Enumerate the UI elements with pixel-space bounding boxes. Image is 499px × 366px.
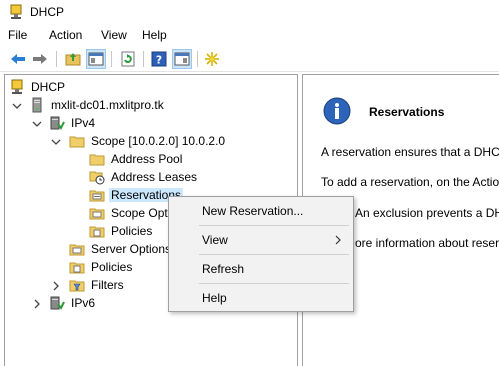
- tree-item-ipv4[interactable]: IPv4: [49, 114, 97, 132]
- tree-item-dhcp[interactable]: DHCP: [9, 78, 67, 96]
- tree-item-scope-options[interactable]: Scope Opti: [89, 204, 172, 222]
- toolbar-separator: [197, 51, 198, 67]
- details-text: A reservation ensures that a DHCP: [321, 145, 499, 159]
- folder-icon: [69, 262, 85, 274]
- folder-icon: [89, 154, 105, 166]
- show-hide-action-pane-icon[interactable]: [172, 49, 192, 69]
- toolbar-separator: [56, 51, 57, 67]
- dhcp-app-icon: [10, 4, 22, 19]
- context-menu-label: Refresh: [202, 262, 245, 276]
- tree-item-ipv4-policies[interactable]: Policies: [69, 258, 134, 276]
- context-menu: New Reservation... View Refresh Help: [168, 196, 354, 312]
- menu-help[interactable]: Help: [142, 28, 167, 42]
- tree-item-address-pool[interactable]: Address Pool: [89, 150, 184, 168]
- context-menu-help[interactable]: Help: [170, 287, 352, 309]
- chevron-right-icon[interactable]: [51, 281, 61, 291]
- tree-item-label: IPv6: [71, 296, 96, 310]
- tree-item-label: Policies: [91, 260, 133, 274]
- refresh-icon[interactable]: [118, 49, 138, 69]
- toolbar-separator: [143, 51, 144, 67]
- tree-item-address-leases[interactable]: Address Leases: [89, 168, 199, 186]
- tree-item-label: Address Pool: [111, 152, 183, 166]
- leases-icon: [89, 171, 105, 185]
- details-text: An exclusion prevents a DHC: [355, 206, 499, 220]
- tree-item-scope[interactable]: Scope [10.0.2.0] 10.0.2.0: [69, 132, 227, 150]
- tree-item-scope-policies[interactable]: Policies: [89, 222, 154, 240]
- toolbar-separator: [111, 51, 112, 67]
- chevron-right-icon[interactable]: [32, 299, 42, 309]
- tree-item-label: Scope [10.0.2.0] 10.0.2.0: [91, 134, 226, 148]
- tree-item-label: Address Leases: [111, 170, 198, 184]
- chevron-down-icon[interactable]: [32, 119, 42, 129]
- chevron-down-icon[interactable]: [12, 101, 22, 111]
- tree-item-label: Filters: [91, 278, 124, 292]
- menu-file[interactable]: File: [8, 28, 27, 42]
- context-menu-label: New Reservation...: [202, 204, 304, 218]
- up-folder-icon[interactable]: [63, 49, 83, 69]
- tree-item-server-options[interactable]: Server Options: [69, 240, 173, 258]
- window-title: DHCP: [30, 5, 65, 19]
- chevron-right-icon: [335, 235, 341, 245]
- star-burst-icon[interactable]: [202, 49, 222, 69]
- context-menu-separator: [199, 225, 349, 226]
- context-menu-separator: [199, 283, 349, 284]
- context-menu-new-reservation[interactable]: New Reservation...: [170, 200, 352, 222]
- ipv4-icon: [50, 116, 65, 130]
- context-menu-view[interactable]: View: [170, 229, 352, 251]
- reservations-icon: [89, 190, 105, 202]
- menu-bar: File Action View Help: [0, 24, 499, 46]
- forward-icon[interactable]: [30, 49, 50, 69]
- tree-item-label: Server Options: [91, 242, 172, 256]
- scope-options-icon: [89, 208, 105, 220]
- tree-item-label: mxlit-dc01.mxlitpro.tk: [51, 98, 164, 112]
- server-icon: [32, 97, 42, 113]
- tree-item-ipv6[interactable]: IPv6: [49, 294, 97, 312]
- context-menu-separator: [199, 254, 349, 255]
- context-menu-label: Help: [202, 291, 227, 305]
- help-icon[interactable]: ?: [149, 49, 169, 69]
- tree-item-label: Policies: [111, 224, 153, 238]
- context-menu-label: View: [202, 233, 228, 247]
- server-options-icon: [69, 244, 85, 256]
- menu-action[interactable]: Action: [49, 28, 82, 42]
- tree-item-label: IPv4: [71, 116, 96, 130]
- tree-item-filters[interactable]: Filters: [69, 276, 126, 294]
- toolbar: ?: [0, 46, 499, 72]
- details-title: Reservations: [369, 105, 445, 119]
- details-text: ore information about reserv: [355, 236, 499, 250]
- details-text: To add a reservation, on the Action: [321, 175, 499, 189]
- tree-item-label: Scope Opti: [111, 206, 171, 220]
- show-hide-console-tree-icon[interactable]: [86, 49, 106, 69]
- svg-text:?: ?: [156, 54, 162, 67]
- ipv6-icon: [50, 296, 65, 310]
- menu-view[interactable]: View: [101, 28, 127, 42]
- folder-icon: [89, 226, 105, 238]
- context-menu-refresh[interactable]: Refresh: [170, 258, 352, 280]
- title-bar: DHCP: [0, 0, 499, 24]
- tree-item-label: DHCP: [31, 80, 66, 94]
- info-icon: [323, 97, 351, 125]
- back-icon[interactable]: [8, 49, 28, 69]
- chevron-down-icon[interactable]: [51, 137, 61, 147]
- dhcp-icon: [11, 79, 23, 94]
- tree-item-server[interactable]: mxlit-dc01.mxlitpro.tk: [29, 96, 166, 114]
- filter-icon: [69, 280, 85, 292]
- folder-icon: [69, 136, 85, 148]
